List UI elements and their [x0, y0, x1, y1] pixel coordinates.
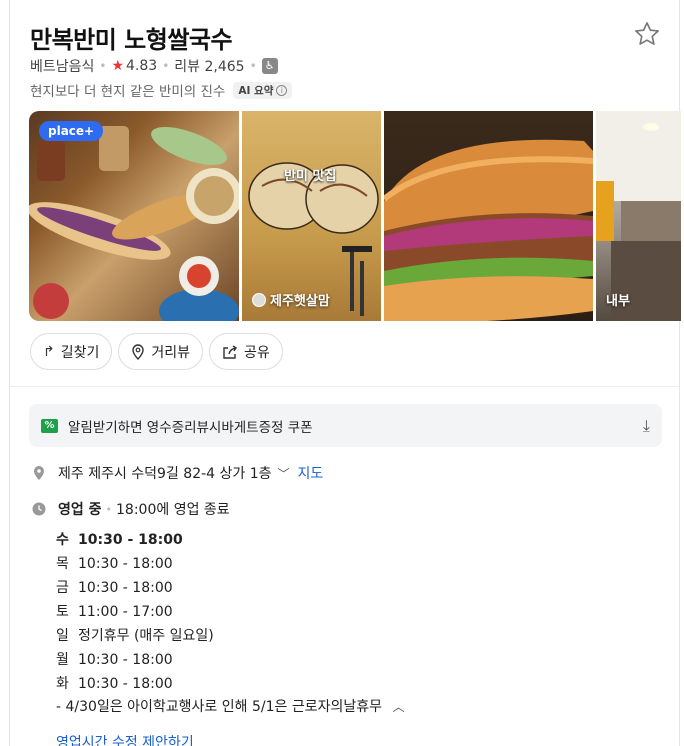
coupon-percent-icon: %: [41, 418, 58, 433]
ai-summary-label: AI 요약: [238, 84, 274, 97]
chevron-up-icon[interactable]: ︿: [392, 700, 404, 714]
wheelchair-icon: ♿: [261, 58, 278, 74]
hours-time: 10:30 - 18:00: [78, 580, 173, 596]
banh-mi-illustration: [384, 139, 593, 321]
business-status: 영업 중: [58, 502, 102, 518]
meta-separator: •: [99, 59, 107, 73]
hours-row: 토 11:00 - 17:00: [56, 600, 214, 624]
hours-day: 토: [56, 604, 69, 620]
hours-time: 10:30 - 18:00: [78, 532, 183, 548]
download-icon[interactable]: ⤓: [643, 416, 650, 436]
photo-gallery: place+ 반미 맛집 제주햇살맘 내부: [29, 111, 681, 321]
photo-interior[interactable]: 내부: [596, 111, 681, 321]
rating-value: 4.83: [126, 58, 158, 74]
hours-time: 11:00 - 17:00: [78, 604, 173, 620]
opening-hours-list: 수 10:30 - 18:00 목 10:30 - 18:00 금 10:30 - 1…: [56, 528, 214, 696]
location-pin-icon: [34, 466, 44, 480]
photo-caption-author: 제주햇살맘: [252, 290, 330, 309]
chevron-down-icon[interactable]: ﹀: [278, 465, 290, 482]
rating-star-icon: ★: [111, 58, 125, 74]
hours-day: 수: [56, 532, 69, 548]
info-icon: i: [276, 84, 288, 96]
share-icon: [223, 344, 237, 359]
hours-row: 금 10:30 - 18:00: [56, 576, 214, 600]
photo-banh-mi-closeup[interactable]: [384, 111, 593, 321]
business-status-row: 영업 중 • 18:00에 영업 종료: [32, 499, 230, 519]
ai-summary-badge[interactable]: AI 요약 i: [233, 81, 293, 99]
hours-day: 목: [56, 556, 69, 572]
hours-day: 일: [56, 628, 69, 644]
place-card: 만복반미 노형쌀국수 베트남음식 • ★ 4.83 • 리뷰 2,465 • ♿…: [9, 0, 681, 746]
hours-time: 10:30 - 18:00: [78, 556, 173, 572]
caption-author-name: 제주햇살맘: [270, 294, 330, 309]
action-bar: ↱ 길찾기 거리뷰 공유: [30, 333, 283, 370]
directions-arrow-icon: ↱: [43, 343, 55, 360]
directions-button[interactable]: ↱ 길찾기: [30, 333, 113, 370]
map-pin-icon: [132, 343, 145, 360]
coupon-banner[interactable]: % 알림받기하면 영수증리뷰시바게트증정 쿠폰 ⤓: [29, 404, 662, 447]
photo-caption-interior: 내부: [606, 294, 630, 309]
place-title: 만복반미 노형쌀국수: [30, 26, 233, 54]
hours-row: 일 정기휴무 (매주 일요일): [56, 624, 214, 648]
hours-note-text: - 4/30일은 아이학교행사로 인해 5/1은 근로자의날휴무: [56, 699, 382, 715]
description-text: 현지보다 더 현지 같은 반미의 진수: [30, 84, 226, 100]
streetview-label: 거리뷰: [151, 344, 191, 361]
hours-row: 목 10:30 - 18:00: [56, 552, 214, 576]
avatar: [252, 292, 266, 307]
hours-time: 10:30 - 18:00: [78, 676, 173, 692]
address-row: 제주 제주시 수덕9길 82-4 상가 1층 ﹀ 지도: [32, 463, 323, 483]
review-count[interactable]: 리뷰 2,465: [174, 56, 244, 76]
hours-time: 정기휴무 (매주 일요일): [78, 628, 214, 644]
sign-text: 반미 맛집: [284, 169, 337, 184]
category-label: 베트남음식: [30, 59, 95, 75]
share-label: 공유: [244, 344, 270, 361]
map-link[interactable]: 지도: [298, 463, 324, 483]
meta-separator: •: [162, 59, 170, 73]
hours-time: 10:30 - 18:00: [78, 652, 173, 668]
hours-row: 화 10:30 - 18:00: [56, 672, 214, 696]
hours-row: 수 10:30 - 18:00: [56, 528, 214, 552]
favorite-star-icon[interactable]: [633, 20, 661, 48]
status-separator: •: [105, 502, 113, 516]
clock-icon: [32, 502, 46, 516]
streetview-button[interactable]: 거리뷰: [118, 333, 204, 370]
food-illustration: [29, 126, 239, 321]
place-description: 현지보다 더 현지 같은 반미의 진수 AI 요약 i: [30, 80, 293, 100]
photo-sign-wall[interactable]: 반미 맛집 제주햇살맘: [242, 111, 381, 321]
meta-separator: •: [249, 59, 257, 73]
hours-row: 월 10:30 - 18:00: [56, 648, 214, 672]
hours-day: 화: [56, 676, 69, 692]
suggest-hours-edit-link[interactable]: 영업시간 수정 제안하기: [56, 732, 194, 746]
section-divider: [10, 386, 679, 387]
hours-note: - 4/30일은 아이학교행사로 인해 5/1은 근로자의날휴무 ︿: [56, 696, 404, 716]
hours-day: 월: [56, 652, 69, 668]
closing-time-text: 18:00에 영업 종료: [116, 502, 230, 518]
coupon-text: 알림받기하면 영수증리뷰시바게트증정 쿠폰: [68, 419, 313, 436]
hours-day: 금: [56, 580, 69, 596]
directions-label: 길찾기: [60, 344, 100, 361]
place-plus-badge: place+: [39, 121, 104, 141]
address-text: 제주 제주시 수덕9길 82-4 상가 1층: [58, 466, 272, 482]
place-meta: 베트남음식 • ★ 4.83 • 리뷰 2,465 • ♿: [30, 56, 278, 76]
photo-food-spread[interactable]: place+: [29, 111, 239, 321]
share-button[interactable]: 공유: [209, 333, 283, 370]
